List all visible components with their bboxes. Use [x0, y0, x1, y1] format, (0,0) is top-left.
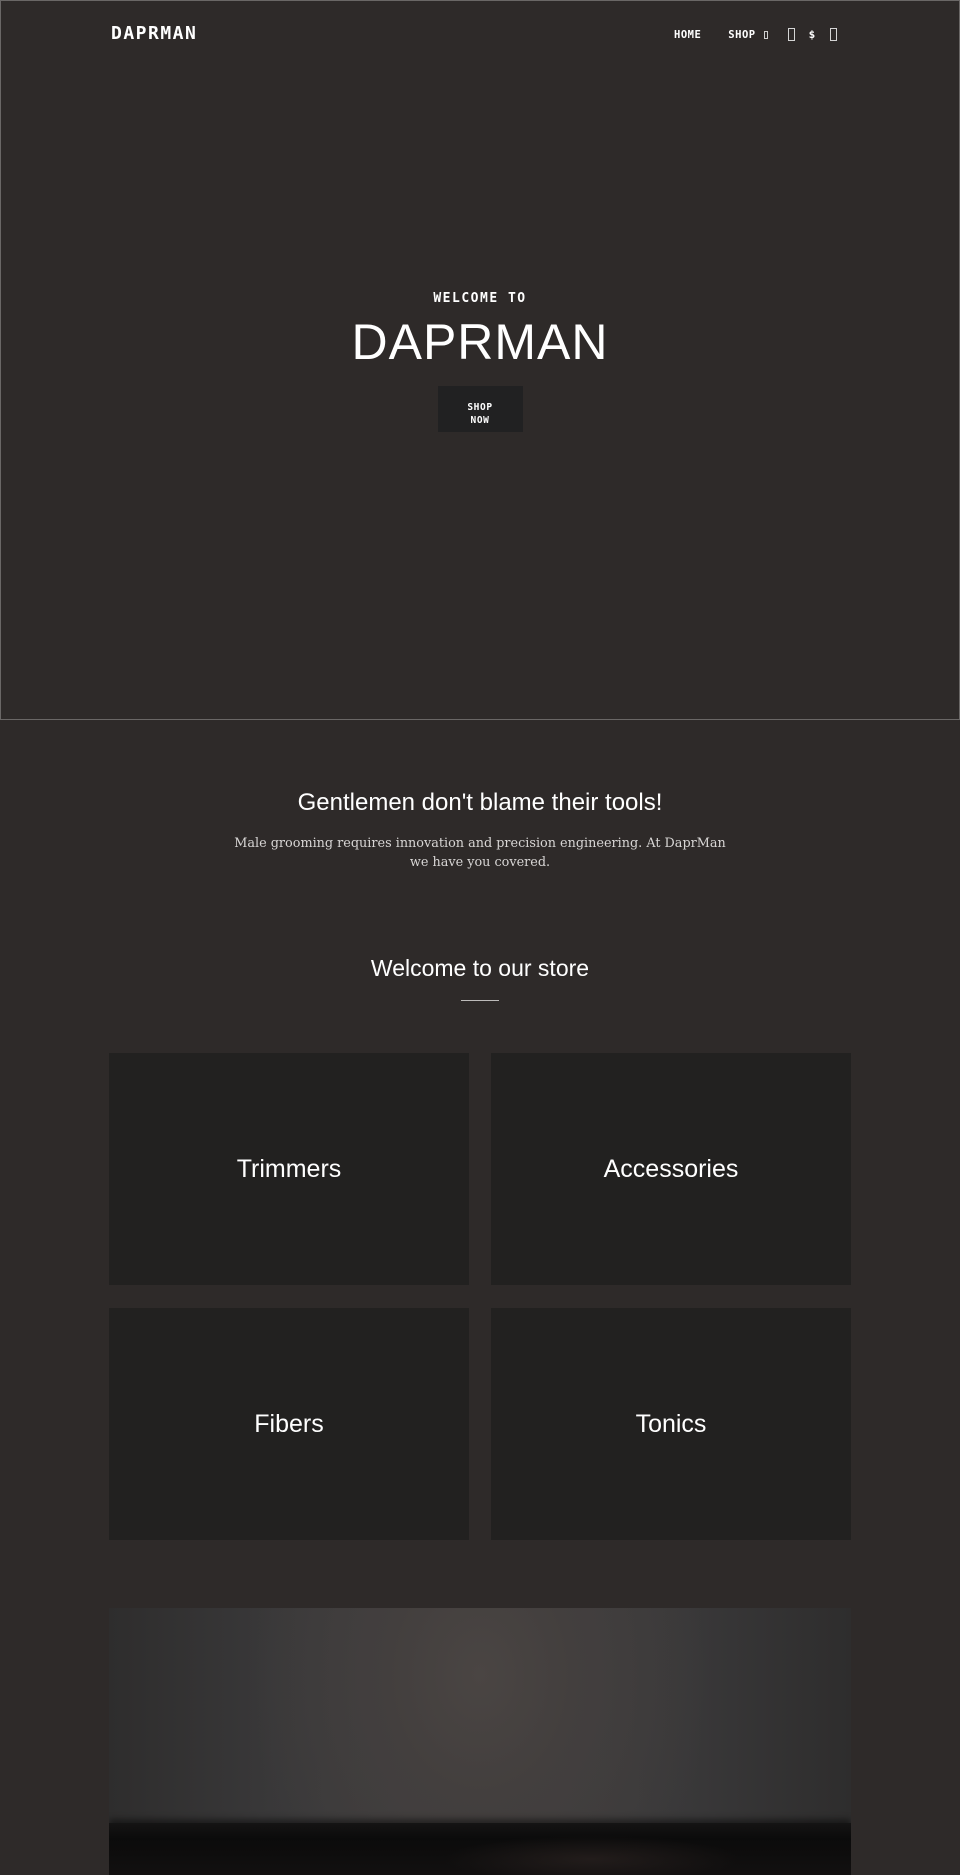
hero-title: DAPRMAN [351, 314, 609, 370]
hero-content: WELCOME TO DAPRMAN SHOP NOW [1, 291, 959, 432]
collection-tile-fibers[interactable]: Fibers [109, 1308, 469, 1540]
title-divider [461, 1000, 499, 1001]
intro-section: Gentlemen don't blame their tools! Male … [0, 788, 960, 872]
collection-tile-accessories[interactable]: Accessories [491, 1053, 851, 1285]
collection-label: Accessories [603, 1154, 739, 1183]
collection-tile-trimmers[interactable]: Trimmers [109, 1053, 469, 1285]
collection-label: Trimmers [236, 1154, 342, 1183]
nav-shop-link[interactable]: SHOP [728, 29, 755, 41]
search-icon[interactable] [787, 28, 795, 41]
store-title: Welcome to our store [370, 955, 590, 981]
nav-home-link[interactable]: HOME [674, 29, 701, 41]
collection-label: Fibers [254, 1409, 324, 1438]
feature-image [109, 1608, 851, 1875]
intro-title: Gentlemen don't blame their tools! [297, 789, 663, 816]
shop-now-button-line1: SHOP [467, 402, 493, 413]
hero-section: DAPRMAN HOME SHOP $ WELCOME TO DAPRMAN S… [0, 0, 960, 720]
shop-now-button-line2: NOW [470, 415, 490, 426]
shop-now-button[interactable]: SHOP NOW [437, 386, 523, 432]
site-header: DAPRMAN HOME SHOP $ [1, 1, 959, 69]
collection-label: Tonics [635, 1409, 707, 1438]
cart-icon[interactable] [830, 28, 838, 41]
collection-tile-tonics[interactable]: Tonics [491, 1308, 851, 1540]
collection-grid: Trimmers Accessories Fibers Tonics [109, 1053, 851, 1540]
site-logo[interactable]: DAPRMAN [111, 23, 197, 44]
currency-selector[interactable]: $ [809, 28, 816, 41]
main-nav: HOME SHOP $ [674, 28, 838, 41]
intro-text: Male grooming requires innovation and pr… [234, 836, 726, 870]
chevron-down-icon[interactable] [763, 30, 768, 39]
hero-kicker: WELCOME TO [433, 291, 527, 306]
feature-image-detail [442, 1835, 740, 1875]
store-heading-section: Welcome to our store [0, 954, 960, 1001]
